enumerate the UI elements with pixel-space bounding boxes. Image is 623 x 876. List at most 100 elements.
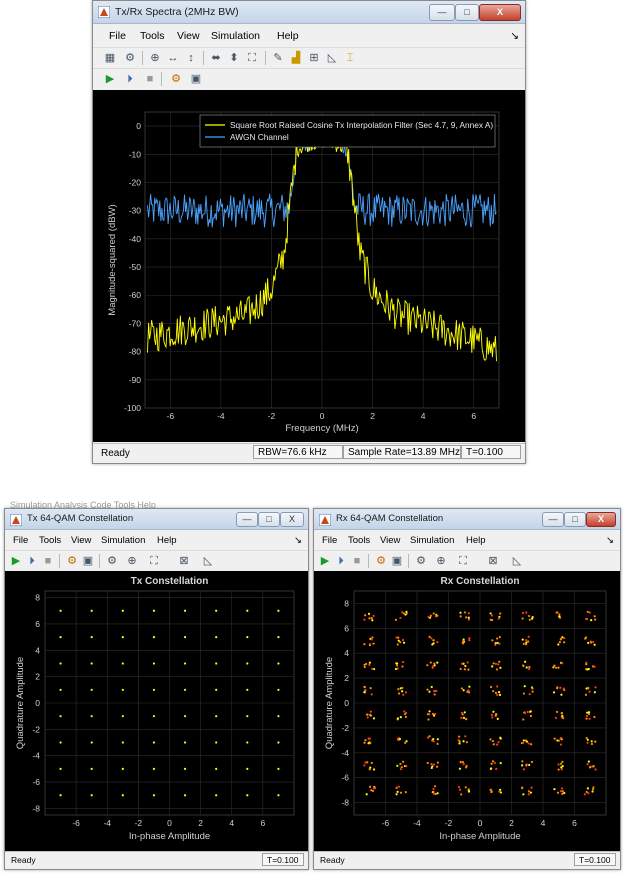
scope-app-icon <box>319 514 331 526</box>
measure-icon[interactable]: ◺ <box>201 554 215 568</box>
maximize-button[interactable]: □ <box>455 4 479 21</box>
constellation-point <box>497 617 500 620</box>
menu-overflow-icon[interactable]: ↘ <box>606 535 614 546</box>
constellation-point <box>593 665 596 668</box>
constellation-point <box>458 735 461 738</box>
constellation-point <box>427 718 430 721</box>
menu-simulation[interactable]: Simulation <box>211 30 260 42</box>
rx-titlebar[interactable]: Rx 64-QAM Constellation — □ X <box>314 509 620 530</box>
tx-titlebar[interactable]: Tx 64-QAM Constellation — □ X <box>5 509 308 530</box>
constellation-point <box>121 715 124 718</box>
constellation-point <box>121 794 124 797</box>
menu-view[interactable]: View <box>177 30 200 42</box>
y-tick-label: -100 <box>124 403 141 413</box>
constellation-point <box>404 715 407 719</box>
menu-overflow-icon[interactable]: ↘ <box>294 535 302 546</box>
menu-file[interactable]: File <box>13 535 28 546</box>
snapshot-icon[interactable]: ▣ <box>390 554 404 568</box>
maximize-button[interactable]: □ <box>258 512 280 527</box>
constellation-point <box>363 741 366 744</box>
zoom-in-icon[interactable]: ⊕ <box>148 51 162 65</box>
constellation-point <box>432 763 436 766</box>
zoom-y-icon[interactable]: ↕ <box>184 51 198 65</box>
minimize-button[interactable]: — <box>236 512 258 527</box>
spectrum-toolbar-2: ▶ ⏵ ■ ⚙ ▣ <box>93 68 525 89</box>
menu-help[interactable]: Help <box>157 535 177 546</box>
constellation-point <box>432 612 435 615</box>
autoscale-icon[interactable]: ⛶ <box>245 51 259 65</box>
minimize-button[interactable]: — <box>542 512 564 527</box>
constellation-point <box>592 640 595 644</box>
run-icon[interactable]: ▶ <box>103 72 117 86</box>
save-icon[interactable]: ▦ <box>103 51 117 65</box>
autoscale-icon[interactable]: ⛶ <box>147 554 161 568</box>
peak-finder-icon[interactable]: ▟ <box>289 51 303 65</box>
step-forward-icon[interactable]: ⏵ <box>25 554 39 568</box>
stop-icon[interactable]: ■ <box>143 72 157 86</box>
zoom-in-icon[interactable]: ⊕ <box>125 554 139 568</box>
menu-simulation[interactable]: Simulation <box>410 535 454 546</box>
settings-gear-icon[interactable]: ⚙ <box>414 554 428 568</box>
close-button[interactable]: X <box>280 512 304 527</box>
menu-simulation[interactable]: Simulation <box>101 535 145 546</box>
status-time: T=0.100 <box>262 853 304 866</box>
constellation-point <box>370 616 373 620</box>
menu-view[interactable]: View <box>71 535 91 546</box>
measure-icon[interactable]: ◺ <box>510 554 524 568</box>
constellation-point <box>561 792 564 795</box>
close-button[interactable]: X <box>479 4 521 21</box>
x-tick-label: -4 <box>217 411 225 421</box>
menu-tools[interactable]: Tools <box>39 535 61 546</box>
highlight-simulink-icon[interactable]: ⚙ <box>65 554 79 568</box>
constellation-point <box>426 688 429 691</box>
highlight-simulink-icon[interactable]: ⚙ <box>169 72 183 86</box>
maximize-button[interactable]: □ <box>564 512 586 527</box>
constellation-point <box>529 791 533 794</box>
spectrum-titlebar[interactable]: Tx/Rx Spectra (2MHz BW) — □ X <box>93 1 525 24</box>
minimize-button[interactable]: — <box>429 4 455 21</box>
expand-icon[interactable]: ⊠ <box>486 554 500 568</box>
step-forward-icon[interactable]: ⏵ <box>123 72 137 86</box>
close-button[interactable]: X <box>586 512 616 527</box>
menu-tools[interactable]: Tools <box>348 535 370 546</box>
constellation-point <box>403 713 407 716</box>
menu-view[interactable]: View <box>380 535 400 546</box>
run-icon[interactable]: ▶ <box>9 554 23 568</box>
scale-y-icon[interactable]: ⬍ <box>227 51 241 65</box>
settings-gear-icon[interactable]: ⚙ <box>105 554 119 568</box>
snapshot-icon[interactable]: ▣ <box>81 554 95 568</box>
spectrum-window: Tx/Rx Spectra (2MHz BW) — □ X File Tools… <box>92 0 526 464</box>
menu-tools[interactable]: Tools <box>140 30 165 42</box>
constellation-point <box>489 612 492 615</box>
tx-menubar: File Tools View Simulation Help ↘ <box>5 532 308 549</box>
distortion-measure-icon[interactable]: ⌶ <box>343 51 357 65</box>
stop-icon[interactable]: ■ <box>41 554 55 568</box>
channel-measure-icon[interactable]: ◺ <box>325 51 339 65</box>
highlight-simulink-icon[interactable]: ⚙ <box>374 554 388 568</box>
zoom-in-icon[interactable]: ⊕ <box>434 554 448 568</box>
menu-overflow-icon[interactable]: ↘ <box>510 30 519 42</box>
stop-icon[interactable]: ■ <box>350 554 364 568</box>
edit-icon[interactable]: ✎ <box>271 51 285 65</box>
menu-help[interactable]: Help <box>466 535 486 546</box>
snapshot-icon[interactable]: ▣ <box>189 72 203 86</box>
cursor-measure-icon[interactable]: ⊞ <box>307 51 321 65</box>
menu-file[interactable]: File <box>322 535 337 546</box>
constellation-point <box>559 637 563 641</box>
menu-help[interactable]: Help <box>277 30 299 42</box>
autoscale-icon[interactable]: ⛶ <box>456 554 470 568</box>
menu-file[interactable]: File <box>109 30 126 42</box>
constellation-point <box>459 615 462 618</box>
settings-gear-icon[interactable]: ⚙ <box>123 51 137 65</box>
constellation-point <box>121 688 124 691</box>
constellation-point <box>491 639 494 642</box>
constellation-point <box>371 619 374 622</box>
zoom-x-icon[interactable]: ↔ <box>166 51 180 65</box>
expand-icon[interactable]: ⊠ <box>177 554 191 568</box>
constellation-point <box>371 636 374 639</box>
constellation-point <box>277 715 280 718</box>
step-forward-icon[interactable]: ⏵ <box>334 554 348 568</box>
scale-x-icon[interactable]: ⬌ <box>209 51 223 65</box>
constellation-point <box>430 762 433 766</box>
run-icon[interactable]: ▶ <box>318 554 332 568</box>
